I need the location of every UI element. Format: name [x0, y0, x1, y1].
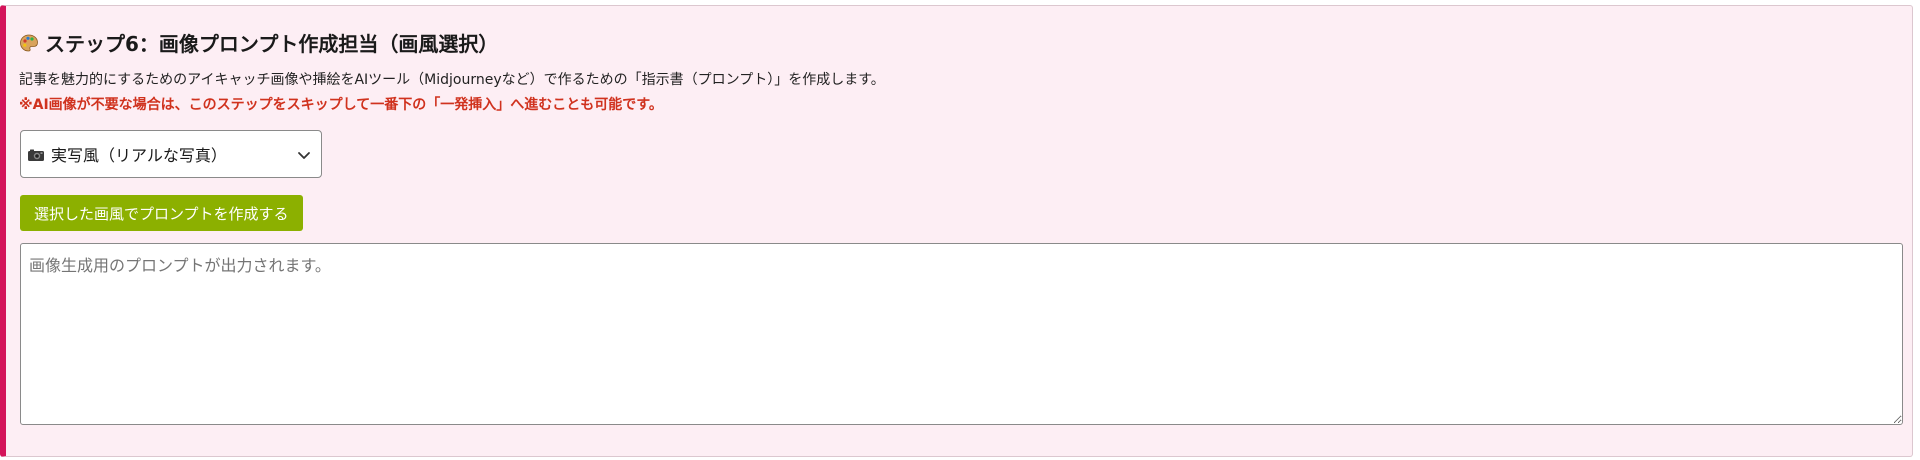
generate-prompt-button[interactable]: 選択した画風でプロンプトを作成する — [20, 195, 303, 231]
camera-icon — [27, 147, 45, 161]
skip-note: ※AI画像が不要な場合は、このステップをスキップして一番下の「一発挿入」へ進むこ… — [19, 97, 663, 113]
section-description: 記事を魅力的にするためのアイキャッチ画像や挿絵をAIツール（Midjourney… — [19, 72, 885, 88]
step6-panel: ステップ6：画像プロンプト作成担当（画風選択） 記事を魅力的にするためのアイキャ… — [0, 5, 1913, 457]
chevron-down-icon — [297, 147, 311, 161]
section-title: ステップ6：画像プロンプト作成担当（画風選択） — [19, 28, 498, 57]
section-title-text: ステップ6：画像プロンプト作成担当（画風選択） — [45, 32, 499, 56]
palette-icon — [19, 33, 39, 53]
style-select[interactable]: 実写風（リアルな写真） — [20, 130, 322, 178]
style-select-label: 実写風（リアルな写真） — [51, 146, 227, 165]
style-select-value: 実写風（リアルな写真） — [27, 142, 297, 166]
prompt-output-textarea[interactable] — [20, 243, 1903, 425]
